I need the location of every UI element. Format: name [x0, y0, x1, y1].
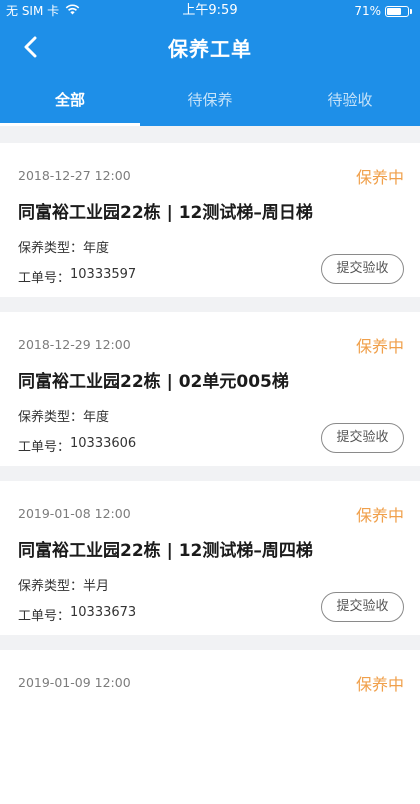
order-date: 2019-01-09 12:00: [18, 675, 131, 690]
order-label: 工单号：: [18, 271, 71, 286]
order-date: 2019-01-08 12:00: [18, 506, 131, 521]
tab-label: 待保养: [187, 91, 233, 109]
type-value: 年度: [83, 241, 110, 256]
order-number: 工单号： 10333673: [18, 605, 136, 624]
status-badge: 保养中: [355, 337, 404, 356]
type-label: 保养类型：: [18, 241, 84, 256]
elevator-title: 同富裕工业园22栋 | 12测试梯–周四梯: [18, 541, 313, 561]
tab-all[interactable]: 全部: [0, 77, 140, 126]
status-badge: 保养中: [355, 168, 404, 187]
tab-pending-maintenance[interactable]: 待保养: [140, 77, 280, 126]
order-number: 工单号： 10333597: [18, 267, 136, 286]
tab-pending-acceptance[interactable]: 待验收: [280, 77, 420, 126]
order-value: 10333673: [70, 605, 137, 620]
order-number: 工单号： 10333606: [18, 436, 136, 455]
maintenance-type: 保养类型： 年度: [18, 237, 109, 256]
submit-acceptance-button[interactable]: 提交验收: [321, 592, 404, 622]
type-value: 半月: [83, 579, 110, 594]
status-right: 71%: [354, 0, 412, 22]
header: 无 SIM 卡 上午9:59 71% 保养工单 全部 待保养 待验收: [0, 0, 420, 126]
elevator-title: 同富裕工业园22栋 | 02单元005梯: [18, 372, 289, 392]
maintenance-type: 保养类型： 半月: [18, 575, 109, 594]
order-value: 10333606: [70, 436, 137, 451]
work-order-card[interactable]: 2019-01-08 12:00 保养中 同富裕工业园22栋 | 12测试梯–周…: [0, 481, 420, 635]
order-date: 2018-12-29 12:00: [18, 337, 131, 352]
elevator-title: 同富裕工业园22栋 | 12测试梯–周日梯: [18, 203, 313, 223]
page-title: 保养工单: [168, 37, 252, 61]
order-label: 工单号：: [18, 609, 71, 624]
battery-tip: [410, 8, 412, 14]
type-label: 保养类型：: [18, 579, 84, 594]
battery-fill: [387, 7, 401, 15]
submit-acceptance-button[interactable]: 提交验收: [321, 254, 404, 284]
battery-icon: [385, 5, 409, 17]
status-bar: 无 SIM 卡 上午9:59 71%: [0, 0, 420, 22]
work-order-card[interactable]: 2018-12-29 12:00 保养中 同富裕工业园22栋 | 02单元005…: [0, 312, 420, 466]
status-badge: 保养中: [355, 675, 404, 694]
type-label: 保养类型：: [18, 410, 84, 425]
order-value: 10333597: [70, 267, 137, 282]
order-date: 2018-12-27 12:00: [18, 168, 131, 183]
battery-percent: 71%: [354, 4, 381, 18]
work-order-card[interactable]: 2018-12-27 12:00 保养中 同富裕工业园22栋 | 12测试梯–周…: [0, 143, 420, 297]
tab-bar: 全部 待保养 待验收: [0, 77, 420, 126]
status-badge: 保养中: [355, 506, 404, 525]
tab-label: 待验收: [327, 91, 373, 109]
tab-label: 全部: [54, 91, 85, 109]
order-label: 工单号：: [18, 440, 71, 455]
maintenance-type: 保养类型： 年度: [18, 406, 109, 425]
submit-acceptance-button[interactable]: 提交验收: [321, 423, 404, 453]
work-order-card[interactable]: 2019-01-09 12:00 保养中: [0, 650, 420, 804]
nav-bar: 保养工单: [0, 22, 420, 77]
type-value: 年度: [83, 410, 110, 425]
tab-indicator: [0, 123, 140, 126]
